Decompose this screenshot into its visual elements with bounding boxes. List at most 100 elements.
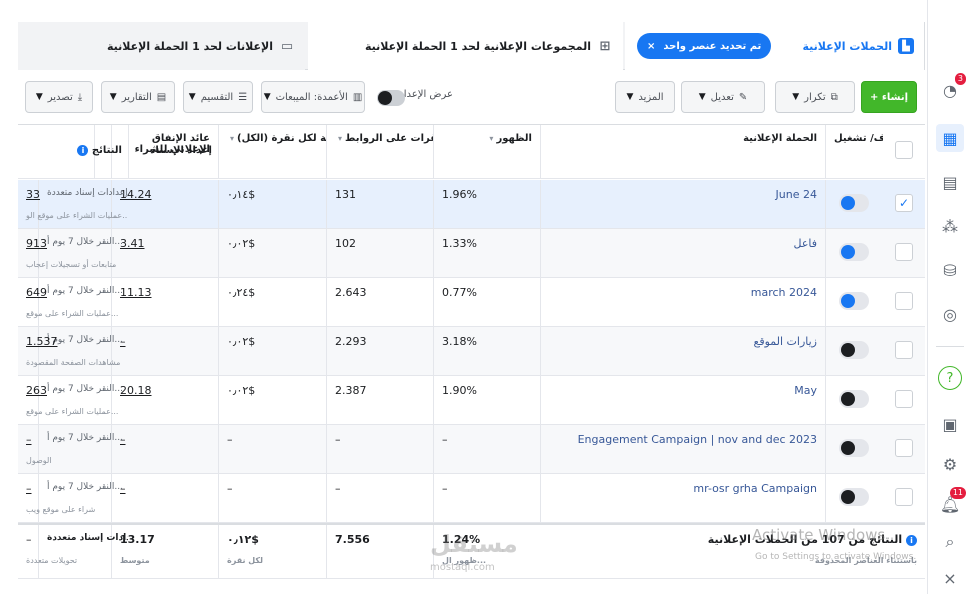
table-row[interactable]: زيارات الموقع 3.18% 2.293 ٠٫٠٢$ – النقر خلال … <box>18 327 925 376</box>
columns-button[interactable]: ▼ الأعمدة: الميبعات ▥ <box>261 81 365 113</box>
row-checkbox[interactable] <box>895 243 913 261</box>
campaign-toggle[interactable] <box>839 243 869 261</box>
sort-icon: ▾ <box>230 134 235 143</box>
campaign-toggle[interactable] <box>839 292 869 310</box>
campaign-name-link[interactable]: May <box>794 384 817 397</box>
campaign-name-link[interactable]: Engagement Campaign | nov and dec 2023 <box>578 433 817 446</box>
tab-campaigns[interactable]: × تم تحديد عنصر واحد الحملات الإعلانية ▙ <box>625 22 925 70</box>
campaign-toggle[interactable] <box>839 488 869 506</box>
footer-results: – تحويلات متعددة <box>18 525 128 578</box>
ads-page-icon: ▭ <box>280 38 294 54</box>
tab-adsets[interactable]: المجموعات الإعلانية لحد 1 الحملة الإعلان… <box>308 22 623 70</box>
help-icon[interactable]: ? <box>938 366 962 390</box>
gear-icon[interactable]: ⚙ <box>936 450 964 478</box>
reports-button[interactable]: ▼ التقارير ▤ <box>101 81 175 113</box>
select-all-checkbox[interactable] <box>895 141 913 159</box>
header-cost-per-click[interactable]: ▾التكلفة لكل نقرة (الكل) <box>218 125 326 178</box>
cpc-cell: ٠٫٠٢$ <box>218 327 326 375</box>
export-label: تصدير <box>47 91 73 103</box>
selection-pill[interactable]: × تم تحديد عنصر واحد <box>637 33 772 59</box>
results-sub: متابعات أو تسجيلات إعجاب <box>26 260 117 269</box>
campaign-name-link[interactable]: march 2024 <box>751 286 817 299</box>
appearance-cell: 1.33% <box>433 229 540 277</box>
close-icon[interactable]: × <box>936 564 964 592</box>
header-onoff[interactable]: إيقاف/ تشغيل <box>825 125 883 178</box>
campaign-name-link[interactable]: June 24 <box>776 188 817 201</box>
appearance-cell: – <box>433 474 540 522</box>
tab-ads[interactable]: الإعلانات لحد 1 الحملة الإعلانية ▭ <box>18 22 305 70</box>
footer-clicks: 7.556 <box>326 525 433 578</box>
notification-badge: 3 <box>954 73 966 85</box>
feedback-icon[interactable]: ▣ <box>936 410 964 438</box>
row-checkbox[interactable] <box>895 341 913 359</box>
results-value[interactable]: 913 <box>26 237 47 250</box>
view-setup-toggle[interactable] <box>377 90 405 109</box>
row-toggle-cell <box>825 376 883 424</box>
duplicate-button[interactable]: ▼ تكرار ⧉ <box>775 81 855 113</box>
activate-windows-sub: Go to Settings to activate Windows. <box>755 552 917 562</box>
results-cell: – الوصول <box>18 425 128 473</box>
settings-fingerprint-icon[interactable]: ◎ <box>936 300 964 328</box>
close-selection-icon[interactable]: × <box>647 41 655 52</box>
more-label: المزيد <box>638 91 664 103</box>
table-row[interactable]: mr-osr grha Campaign – – – – النقر خلال 7 يوم… <box>18 474 925 523</box>
audience-icon[interactable]: ⁂ <box>936 212 964 240</box>
results-value[interactable]: 33 <box>26 188 40 201</box>
table-row[interactable]: Engagement Campaign | nov and dec 2023 – –… <box>18 425 925 474</box>
bell-icon[interactable]: 🔔︎ 11 <box>936 487 966 518</box>
pencil-icon: ✎ <box>738 91 748 103</box>
campaign-name-cell: زيارات الموقع <box>540 327 825 375</box>
sort-icon: ▾ <box>338 134 343 143</box>
results-value[interactable]: – <box>26 482 32 495</box>
campaign-name-link[interactable]: mr-osr grha Campaign <box>693 482 817 495</box>
meta-avatar-icon[interactable]: ◔ 3 <box>936 73 966 104</box>
campaign-name-cell: June 24 <box>540 180 825 228</box>
edit-button[interactable]: ▼ تعديل ✎ <box>681 81 765 113</box>
campaign-toggle[interactable] <box>839 194 869 212</box>
table-row[interactable]: May 1.90% 2.387 ٠٫٠٢$ 20.18 النقر خلال 7 يوم … <box>18 376 925 425</box>
clicks-cell: 2.293 <box>326 327 433 375</box>
campaign-name-link[interactable]: فاعل <box>793 237 817 250</box>
header-campaign[interactable]: الحملة الإعلانية <box>540 125 825 178</box>
row-checkbox[interactable] <box>895 439 913 457</box>
breakdown-label: التقسيم <box>200 91 234 103</box>
results-value[interactable]: – <box>26 433 32 446</box>
results-value[interactable]: 1.537 <box>26 335 58 348</box>
campaign-toggle[interactable] <box>839 439 869 457</box>
row-checkbox[interactable]: ✓ <box>895 194 913 212</box>
results-cell: 33 عمليات الشراء على موقع الو... <box>18 180 128 228</box>
billing-icon[interactable]: ⛁ <box>936 256 964 284</box>
reports-label: التقارير <box>121 91 152 103</box>
footer-results-sub: تحويلات متعددة <box>26 556 78 565</box>
results-value[interactable]: 649 <box>26 286 47 299</box>
table-row[interactable]: march 2024 0.77% 2.643 ٠٫٢٤$ 11.13 النقر خلال… <box>18 278 925 327</box>
results-value[interactable]: 263 <box>26 384 47 397</box>
breakdown-button[interactable]: ▼ التقسيم ☰ <box>183 81 253 113</box>
row-checkbox[interactable] <box>895 390 913 408</box>
pages-icon[interactable]: ▤ <box>936 168 964 196</box>
select-all-cell <box>883 125 925 178</box>
header-link-clicks[interactable]: ▾النقرات على الروابط <box>326 125 433 178</box>
grid-table-icon[interactable]: ▦ <box>936 124 964 152</box>
create-button[interactable]: + إنشاء <box>861 81 917 113</box>
clicks-cell: 102 <box>326 229 433 277</box>
results-cell: 649 عمليات الشراء على موقع... <box>18 278 128 326</box>
header-appearance[interactable]: ▾ الظهور <box>433 125 540 178</box>
edit-label: تعديل <box>710 91 734 103</box>
more-button[interactable]: ▼ المزيد <box>615 81 675 113</box>
row-checkbox[interactable] <box>895 292 913 310</box>
row-toggle-cell <box>825 474 883 522</box>
campaign-toggle[interactable] <box>839 390 869 408</box>
table-row[interactable]: ✓ June 24 1.96% 131 ٠٫١٤$ 14.24 إعدادات إسناد … <box>18 180 925 229</box>
campaign-name-link[interactable]: زيارات الموقع <box>753 335 817 348</box>
header-attribution[interactable]: إعداد الإسناد <box>128 125 218 179</box>
search-icon[interactable]: ⌕ <box>936 528 964 556</box>
results-cell: – شراء على موقع ويب <box>18 474 128 522</box>
campaign-toggle[interactable] <box>839 341 869 359</box>
table-row[interactable]: فاعل 1.33% 102 ٠٫٠٢$ 3.41 النقر خلال 7 يوم أ.… <box>18 229 925 278</box>
appearance-cell: 1.90% <box>433 376 540 424</box>
row-checkbox[interactable] <box>895 488 913 506</box>
header-results[interactable]: i النتائج <box>18 125 128 179</box>
header-link-clicks-label: النقرات على الروابط <box>345 133 433 144</box>
export-button[interactable]: ▼ تصدير ⤓ <box>25 81 93 113</box>
